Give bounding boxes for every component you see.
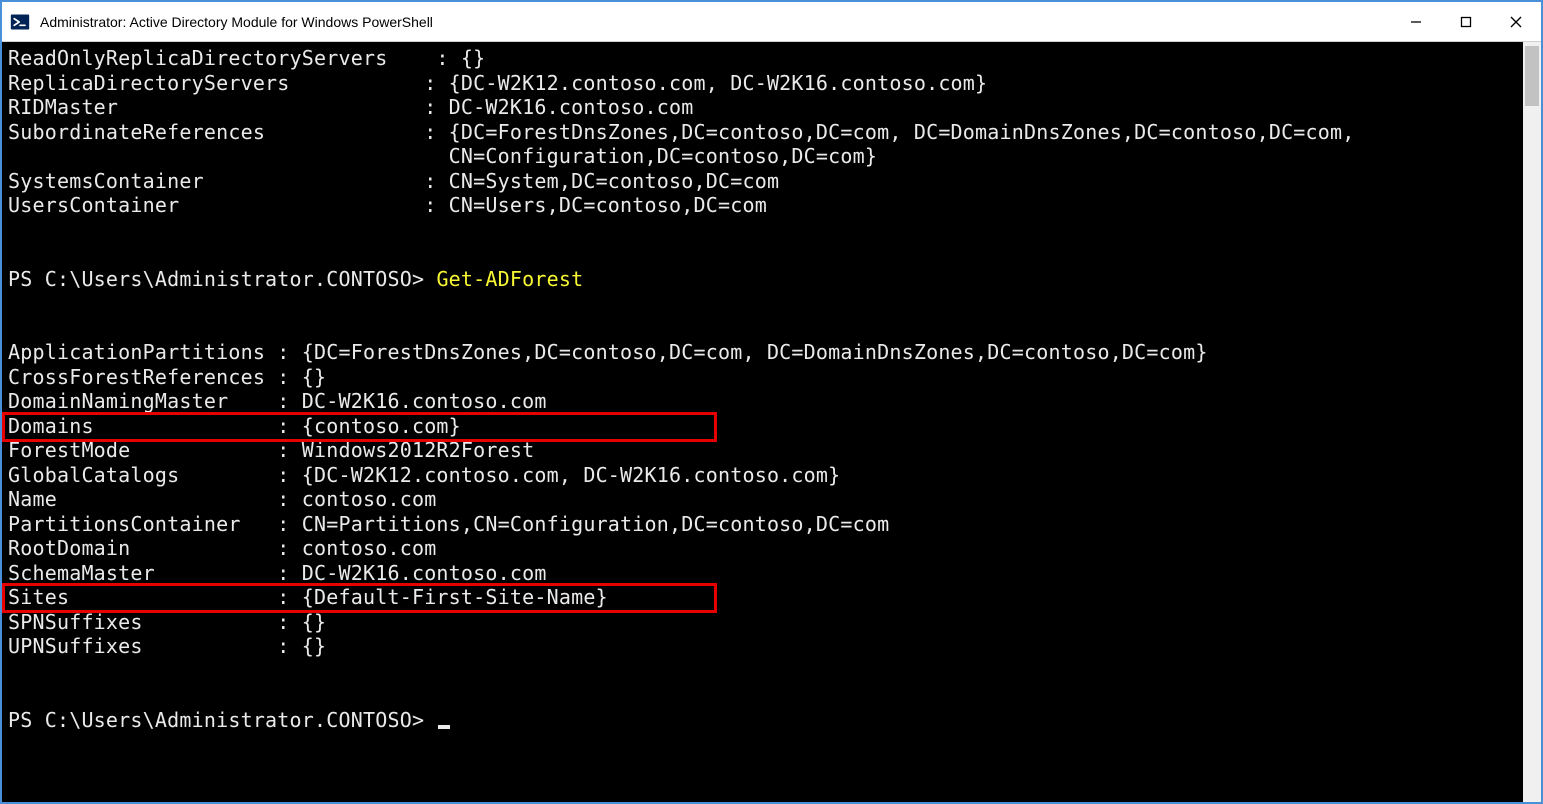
console-output[interactable]: ReadOnlyReplicaDirectoryServers : {}Repl… [2,42,1523,802]
output-line: GlobalCatalogs : {DC-W2K12.contoso.com, … [8,463,1517,488]
maximize-button[interactable] [1441,2,1491,42]
output-line: Sites : {Default-First-Site-Name} [8,585,1517,610]
console-area: ReadOnlyReplicaDirectoryServers : {}Repl… [2,42,1541,802]
output-line: UsersContainer : CN=Users,DC=contoso,DC=… [8,193,1517,218]
scrollbar-thumb[interactable] [1525,46,1539,106]
output-line: CN=Configuration,DC=contoso,DC=com} [8,144,1517,169]
output-line: Domains : {contoso.com} [8,414,1517,439]
output-line: RootDomain : contoso.com [8,536,1517,561]
output-line: ForestMode : Windows2012R2Forest [8,438,1517,463]
command-text: Get-ADForest [436,267,583,291]
output-line: UPNSuffixes : {} [8,634,1517,659]
output-line: ApplicationPartitions : {DC=ForestDnsZon… [8,340,1517,365]
output-line: CrossForestReferences : {} [8,365,1517,390]
output-line: Name : contoso.com [8,487,1517,512]
output-line: SystemsContainer : CN=System,DC=contoso,… [8,169,1517,194]
output-line: PartitionsContainer : CN=Partitions,CN=C… [8,512,1517,537]
output-line: SchemaMaster : DC-W2K16.contoso.com [8,561,1517,586]
output-line: DomainNamingMaster : DC-W2K16.contoso.co… [8,389,1517,414]
output-line: SubordinateReferences : {DC=ForestDnsZon… [8,120,1517,145]
titlebar[interactable]: Administrator: Active Directory Module f… [2,2,1541,42]
window-title: Administrator: Active Directory Module f… [40,14,433,30]
output-line: ReadOnlyReplicaDirectoryServers : {} [8,46,1517,71]
cursor [438,725,450,729]
output-line: SPNSuffixes : {} [8,610,1517,635]
powershell-icon [10,12,30,32]
output-line: ReplicaDirectoryServers : {DC-W2K12.cont… [8,71,1517,96]
close-button[interactable] [1491,2,1541,42]
powershell-window: Administrator: Active Directory Module f… [2,2,1541,802]
prompt-line[interactable]: PS C:\Users\Administrator.CONTOSO> [8,708,1517,733]
prompt-line: PS C:\Users\Administrator.CONTOSO> Get-A… [8,267,1517,292]
minimize-button[interactable] [1391,2,1441,42]
output-line: RIDMaster : DC-W2K16.contoso.com [8,95,1517,120]
vertical-scrollbar[interactable] [1523,42,1541,802]
